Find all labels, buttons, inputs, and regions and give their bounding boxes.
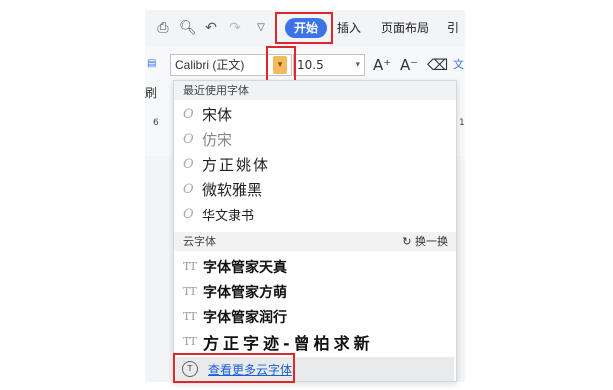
- chevron-down-icon[interactable]: ▾: [355, 55, 360, 75]
- font-item-label: 方正姚体: [202, 156, 271, 174]
- swap-label: 换一换: [415, 235, 448, 248]
- ruler-mark-right: 1: [459, 118, 465, 128]
- font-item[interactable]: O 微软雅黑: [174, 177, 456, 202]
- recent-fonts-header: 最近使用字体: [174, 81, 456, 100]
- undo-icon[interactable]: ↶: [203, 20, 219, 36]
- font-item-label: 宋体: [202, 106, 233, 124]
- cloud-font-label: 字体管家方萌: [203, 284, 287, 301]
- swap-button[interactable]: ↻ 换一换: [402, 232, 448, 251]
- grow-font-icon[interactable]: A⁺: [373, 56, 391, 74]
- truetype-font-icon: TT: [183, 260, 197, 273]
- format-painter-label: 刷: [145, 86, 158, 100]
- truetype-font-icon: TT: [183, 310, 197, 323]
- font-dropdown-panel: 最近使用字体 O 宋体 O 仿宋 O 方正姚体 O 微软雅黑 O 华文隶书 云字体 ↻ 换…: [173, 80, 457, 382]
- font-size-value: 10.5: [297, 58, 324, 72]
- highlight-more-cloud-fonts: [173, 353, 295, 383]
- redo-icon[interactable]: ↷: [227, 20, 243, 36]
- font-item-label: 仿宋: [202, 131, 233, 149]
- format-painter-icon[interactable]: ▤: [147, 58, 156, 69]
- tab-insert[interactable]: 插入: [337, 18, 361, 38]
- opentype-font-icon: O: [183, 182, 194, 197]
- cloud-font-label: 方正字迹-曾柏求新: [203, 333, 374, 353]
- refresh-icon: ↻: [402, 235, 412, 248]
- cloud-font-label: 字体管家天真: [203, 259, 287, 276]
- font-item-label: 微软雅黑: [202, 181, 263, 199]
- font-size-field[interactable]: 10.5 ▾: [293, 54, 365, 76]
- tab-page-layout[interactable]: 页面布局: [381, 18, 429, 38]
- shrink-font-icon[interactable]: A⁻: [400, 56, 418, 74]
- opentype-font-icon: O: [183, 132, 194, 147]
- opentype-font-icon: O: [183, 157, 194, 172]
- opentype-font-icon: O: [183, 107, 194, 122]
- font-item[interactable]: O 仿宋: [174, 127, 456, 152]
- print-preview-icon[interactable]: 🔍︎: [179, 20, 197, 36]
- opentype-font-icon: O: [183, 207, 194, 222]
- font-item[interactable]: O 方正姚体: [174, 152, 456, 177]
- truetype-font-icon: TT: [183, 335, 197, 348]
- cloud-font-item[interactable]: TT 字体管家润行: [174, 304, 456, 329]
- print-icon[interactable]: ⎙: [155, 20, 171, 36]
- truetype-font-icon: TT: [183, 285, 197, 298]
- customize-icon[interactable]: ▽: [253, 20, 269, 36]
- cloud-font-item[interactable]: TT 字体管家天真: [174, 254, 456, 279]
- cloud-fonts-header-label: 云字体: [183, 235, 216, 248]
- highlight-start-tab: [275, 12, 333, 44]
- highlight-dropdown-button: [266, 46, 296, 84]
- cloud-font-item[interactable]: TT 字体管家方萌: [174, 279, 456, 304]
- ruler-mark-left: 6: [153, 118, 159, 128]
- font-item-label: 华文隶书: [202, 209, 255, 224]
- font-item[interactable]: O 华文隶书: [174, 202, 456, 227]
- cloud-font-label: 字体管家润行: [203, 309, 287, 326]
- clear-format-icon[interactable]: ⌫: [427, 56, 448, 74]
- tab-references[interactable]: 引: [447, 18, 459, 38]
- phonetic-icon[interactable]: 文: [453, 56, 464, 74]
- font-item[interactable]: O 宋体: [174, 102, 456, 127]
- cloud-fonts-header: 云字体 ↻ 换一换: [174, 232, 456, 251]
- cloud-font-item[interactable]: TT 方正字迹-曾柏求新: [174, 329, 456, 354]
